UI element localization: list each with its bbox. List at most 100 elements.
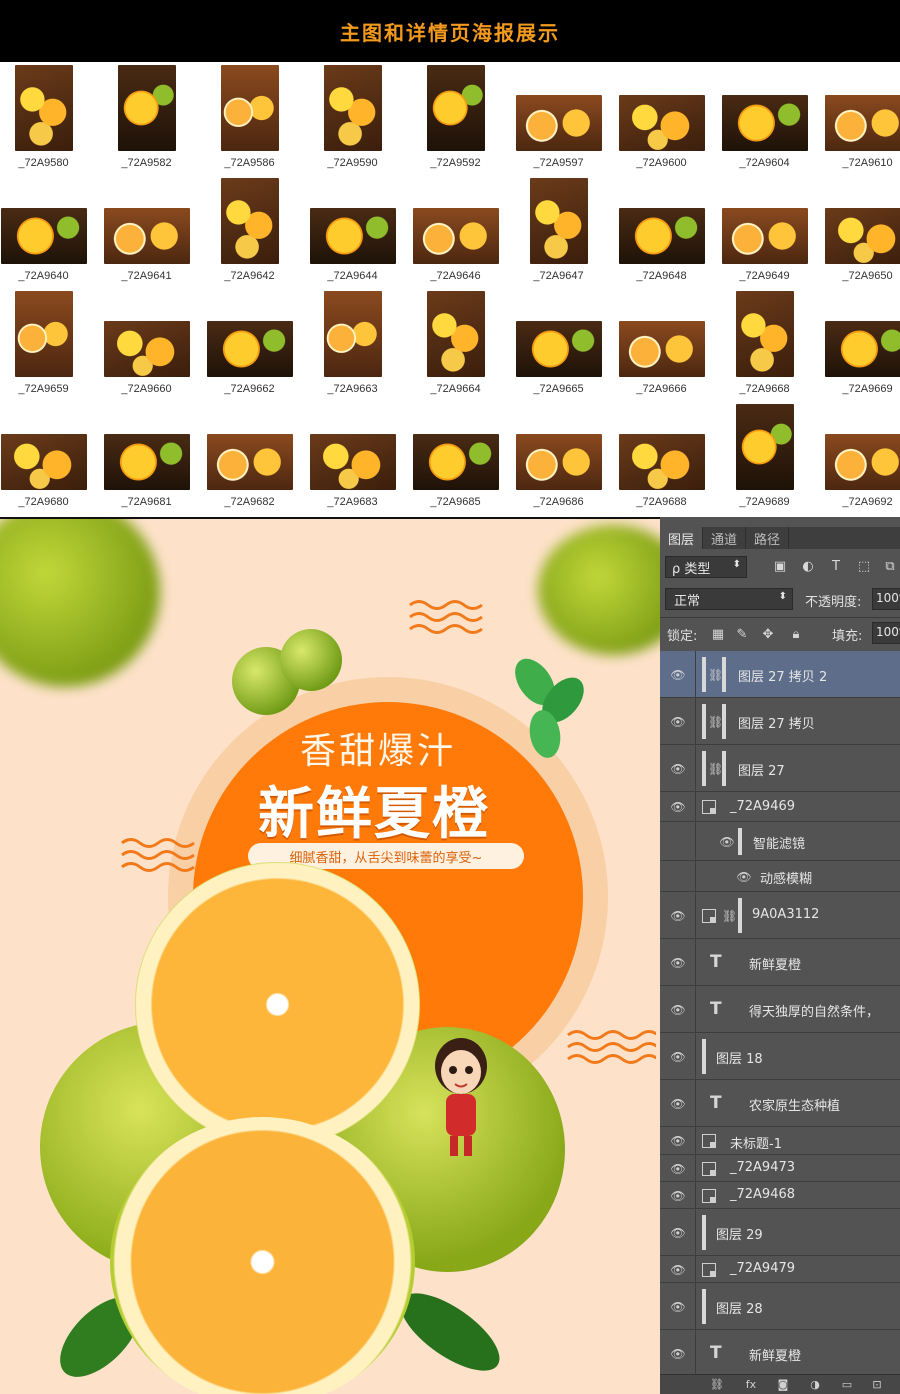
layer-name[interactable]: _72A9469 <box>730 799 795 814</box>
layer-row[interactable]: 👁︎ 图层 29 <box>660 1209 900 1256</box>
layer-row[interactable]: 👁︎ 图层 28 <box>660 1283 900 1330</box>
eye-visibility-icon[interactable]: 👁︎ <box>670 1190 686 1202</box>
eye-visibility-icon[interactable]: 👁︎ <box>670 1135 686 1147</box>
layer-name[interactable]: 图层 28 <box>716 1298 763 1317</box>
link-icon[interactable]: ⛓ <box>710 1378 724 1392</box>
group-icon[interactable]: ▭ <box>840 1378 854 1392</box>
mask-icon[interactable]: ◙ <box>776 1378 790 1392</box>
thumbnail-item[interactable]: _72A9610 <box>816 62 900 175</box>
eye-visibility-icon[interactable]: 👁︎ <box>670 1163 686 1175</box>
lock-move-icon[interactable]: ✥ <box>760 627 776 643</box>
layer-name[interactable]: 图层 27 <box>738 760 785 779</box>
layer-name[interactable]: 新鲜夏橙 <box>749 1345 801 1364</box>
thumbnail-item[interactable]: _72A9648 <box>610 175 713 288</box>
layer-name[interactable]: 图层 27 拷贝 2 <box>738 666 827 685</box>
fx-icon[interactable]: fx <box>744 1378 758 1392</box>
layer-name[interactable]: 图层 29 <box>716 1224 763 1243</box>
fill-input[interactable]: 100% <box>872 622 900 644</box>
layer-name[interactable]: _72A9473 <box>730 1160 795 1175</box>
layer-name[interactable]: _72A9468 <box>730 1187 795 1202</box>
eye-visibility-icon[interactable]: 👁︎ <box>670 1301 686 1313</box>
thumbnail-item[interactable]: _72A9664 <box>404 288 507 401</box>
eye-visibility-icon[interactable]: 👁︎ <box>670 1348 686 1360</box>
layer-name[interactable]: 智能滤镜 <box>753 833 805 852</box>
layer-row[interactable]: 👁︎ ⛓ 图层 27 <box>660 745 900 792</box>
layer-row[interactable]: 👁︎ 图层 18 <box>660 1033 900 1080</box>
thumbnail-item[interactable]: _72A9663 <box>301 288 404 401</box>
thumbnail-item[interactable]: _72A9600 <box>610 62 713 175</box>
thumbnail-item[interactable]: _72A9641 <box>95 175 198 288</box>
layer-row[interactable]: 👁︎ T 新鲜夏橙 <box>660 939 900 986</box>
lock-all-icon[interactable]: 🔒︎ <box>788 627 804 643</box>
thumbnail-item[interactable]: _72A9659 <box>0 288 95 401</box>
adjustment-filter-icon[interactable]: ◐ <box>800 559 816 575</box>
thumbnail-item[interactable]: _72A9649 <box>713 175 816 288</box>
thumbnail-item[interactable]: _72A9682 <box>198 401 301 514</box>
kind-filter-select[interactable]: ρ 类型 ⬍ <box>665 556 747 578</box>
layer-row[interactable]: 👁︎ T 农家原生态种植 <box>660 1080 900 1127</box>
thumbnail-item[interactable]: _72A9665 <box>507 288 610 401</box>
new-layer-icon[interactable]: ⊡ <box>870 1378 884 1392</box>
eye-visibility-icon[interactable]: 👁︎ <box>670 716 686 728</box>
eye-visibility-icon[interactable]: 👁︎ <box>670 910 686 922</box>
layer-row[interactable]: 👁︎ _72A9468 <box>660 1182 900 1209</box>
eye-visibility-icon[interactable]: 👁︎ <box>670 1264 686 1276</box>
eye-visibility-icon[interactable]: 👁︎ <box>670 1004 686 1016</box>
thumbnail-item[interactable]: _72A9592 <box>404 62 507 175</box>
layer-name[interactable]: 图层 18 <box>716 1048 763 1067</box>
layer-row[interactable]: 👁︎ _72A9469 <box>660 792 900 822</box>
thumbnail-item[interactable]: _72A9590 <box>301 62 404 175</box>
layer-row[interactable]: 👁︎ T 新鲜夏橙 <box>660 1330 900 1377</box>
eye-visibility-icon[interactable]: 👁︎ <box>670 957 686 969</box>
layer-name[interactable]: 新鲜夏橙 <box>749 954 801 973</box>
thumbnail-item[interactable]: _72A9604 <box>713 62 816 175</box>
layer-name[interactable]: 农家原生态种植 <box>749 1095 840 1114</box>
eye-visibility-icon[interactable]: 👁︎ <box>670 669 686 681</box>
thumbnail-item[interactable]: _72A9692 <box>816 401 900 514</box>
tab-layers[interactable]: 图层 <box>660 527 704 549</box>
layer-name[interactable]: _72A9479 <box>730 1261 795 1276</box>
thumbnail-item[interactable]: _72A9580 <box>0 62 95 175</box>
chain-link-icon[interactable]: ⛓ <box>722 909 737 923</box>
thumbnail-item[interactable]: _72A9640 <box>0 175 95 288</box>
lock-brush-icon[interactable]: ✎ <box>734 627 750 643</box>
thumbnail-item[interactable]: _72A9685 <box>404 401 507 514</box>
layer-row[interactable]: 👁︎ 未标题-1 <box>660 1127 900 1155</box>
thumbnail-item[interactable]: _72A9666 <box>610 288 713 401</box>
opacity-input[interactable]: 100% <box>872 588 900 610</box>
thumbnail-item[interactable]: _72A9686 <box>507 401 610 514</box>
thumbnail-item[interactable]: _72A9586 <box>198 62 301 175</box>
thumbnail-item[interactable]: _72A9597 <box>507 62 610 175</box>
thumbnail-item[interactable]: _72A9668 <box>713 288 816 401</box>
adjustment-icon[interactable]: ◑ <box>808 1378 822 1392</box>
shape-filter-icon[interactable]: ⬚ <box>856 559 872 575</box>
eye-visibility-icon[interactable]: 👁︎ <box>670 1098 686 1110</box>
eye-visibility-icon[interactable]: 👁︎ <box>670 1227 686 1239</box>
layer-row[interactable]: 👁︎ _72A9473 <box>660 1155 900 1182</box>
eye-visibility-icon[interactable]: 👁︎ <box>736 871 752 883</box>
chain-link-icon[interactable]: ⛓ <box>708 668 723 682</box>
layer-name[interactable]: 未标题-1 <box>730 1133 782 1152</box>
thumbnail-item[interactable]: _72A9662 <box>198 288 301 401</box>
image-filter-icon[interactable]: ▣ <box>772 559 788 575</box>
layer-row[interactable]: 👁︎ ⛓ 9A0A3112 <box>660 892 900 939</box>
thumbnail-item[interactable]: _72A9642 <box>198 175 301 288</box>
layer-name[interactable]: 图层 27 拷贝 <box>738 713 815 732</box>
layer-row[interactable]: 👁︎ ⛓ 图层 27 拷贝 <box>660 698 900 745</box>
layer-row[interactable]: 👁︎ _72A9479 <box>660 1256 900 1283</box>
type-filter-icon[interactable]: T <box>828 559 844 575</box>
thumbnail-item[interactable]: _72A9669 <box>816 288 900 401</box>
thumbnail-item[interactable]: _72A9650 <box>816 175 900 288</box>
layer-name[interactable]: 9A0A3112 <box>752 907 819 922</box>
thumbnail-item[interactable]: _72A9647 <box>507 175 610 288</box>
chain-link-icon[interactable]: ⛓ <box>708 715 723 729</box>
tab-channels[interactable]: 通道 <box>703 527 747 549</box>
thumbnail-item[interactable]: _72A9646 <box>404 175 507 288</box>
eye-visibility-icon[interactable]: 👁︎ <box>670 1051 686 1063</box>
layer-row[interactable]: 👁︎ T 得天独厚的自然条件， <box>660 986 900 1033</box>
blend-mode-select[interactable]: 正常 ⬍ <box>665 588 793 610</box>
thumbnail-item[interactable]: _72A9681 <box>95 401 198 514</box>
eye-visibility-icon[interactable]: 👁︎ <box>670 801 686 813</box>
thumbnail-item[interactable]: _72A9683 <box>301 401 404 514</box>
layer-name[interactable]: 动感模糊 <box>760 868 812 887</box>
